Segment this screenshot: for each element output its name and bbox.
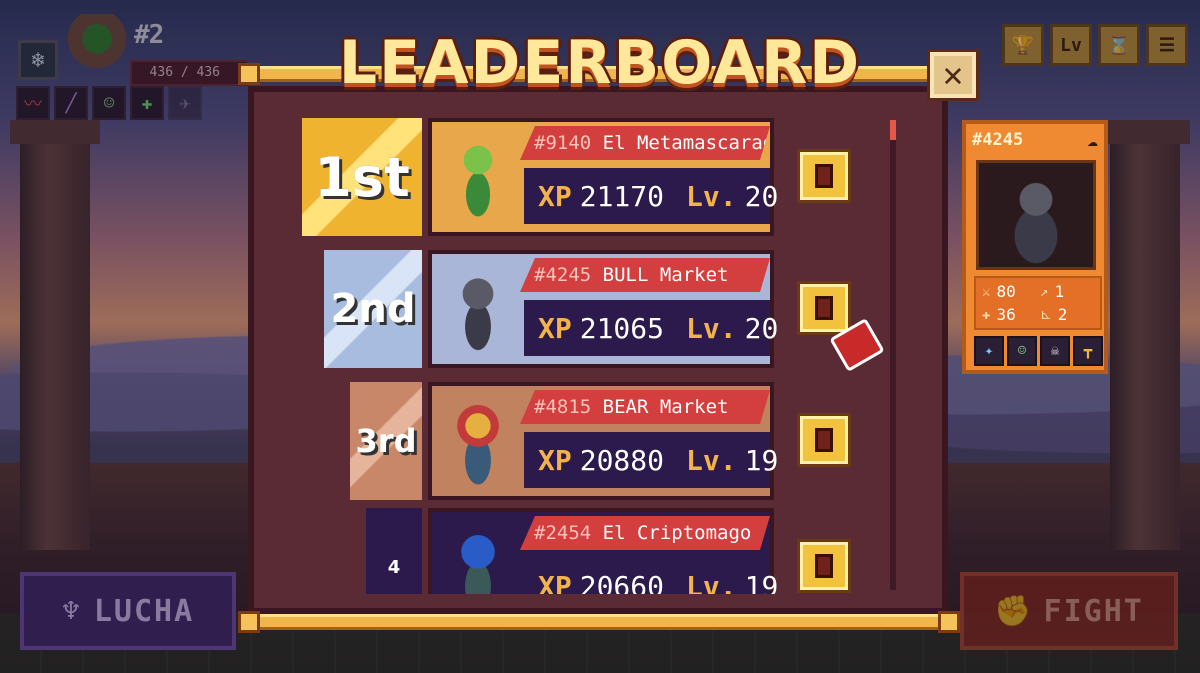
item-slot: ┳ (1073, 336, 1103, 366)
rail-knob (938, 611, 960, 633)
player-card[interactable]: #2454 El Criptomago XP 20660 Lv. 19 (428, 508, 778, 595)
rank-badge: 3rd (350, 382, 422, 500)
close-button[interactable]: ✕ (927, 49, 979, 101)
view-profile-button[interactable] (797, 539, 851, 593)
player-name-banner: #4245 BULL Market (520, 258, 770, 292)
card-icon (815, 296, 833, 320)
card-icon (815, 428, 833, 452)
rank-badge: 2nd (324, 250, 422, 368)
player-card[interactable]: #4245 BULL Market XP 21065 Lv. 20 (428, 250, 778, 368)
leaderboard-title: LEADERBOARD (338, 28, 862, 98)
xp-value: 21065 (579, 311, 665, 345)
player-card[interactable]: #9140 El Metamascarad XP 21170 Lv. 20 (428, 118, 778, 236)
item-slot: ☺ (1007, 336, 1037, 366)
player-portrait (446, 268, 510, 354)
player-name-banner: #4815 BEAR Market (520, 390, 770, 424)
leaderboard-row: 3rd #4815 BEAR Market XP 20880 Lv. 19 (300, 382, 900, 502)
player-name: El Criptomago (602, 522, 752, 544)
player-name: BEAR Market (602, 396, 729, 418)
scrollbar-thumb[interactable] (890, 120, 896, 140)
scrollbar[interactable] (890, 120, 896, 590)
level-value: 20 (744, 311, 779, 345)
health-icon: ✚ (982, 306, 991, 323)
level-label: Lv. (686, 443, 737, 477)
player-stats: XP 21170 Lv. 20 (524, 168, 778, 224)
item-slot: ☠ (1040, 336, 1070, 366)
leaderboard-row: 4 #2454 El Criptomago XP 20660 Lv. 19 (300, 508, 900, 594)
stat-value: 80 (996, 282, 1016, 301)
modal-rail-bottom (238, 614, 960, 630)
boost-icon: ↗ (1040, 283, 1049, 300)
player-id: #4815 (534, 396, 592, 418)
xp-label: XP (538, 179, 572, 213)
rail-knob (238, 611, 260, 633)
player-stats: XP 20660 Lv. 19 (524, 558, 778, 595)
player-portrait (446, 400, 510, 486)
player-stats: XP 21065 Lv. 20 (524, 300, 778, 356)
player-name-banner: #9140 El Metamascarad (520, 126, 770, 160)
xp-label: XP (538, 569, 572, 595)
profile-stats: ⚔ 80 ↗ 1 ✚ 36 ⊾ 2 (974, 276, 1102, 330)
profile-id: #4245 (972, 130, 1024, 150)
rail-knob (238, 63, 260, 85)
player-name: El Metamascarad (602, 132, 770, 154)
profile-preview: #4245 ☁ ⚔ 80 ↗ 1 ✚ 36 ⊾ 2 ✦ ☺ ☠ ┳ (962, 120, 1108, 374)
stat-value: 2 (1057, 305, 1068, 324)
stat-value: 1 (1054, 282, 1065, 301)
xp-value: 20880 (579, 443, 665, 477)
rank-badge: 4 (366, 508, 422, 594)
close-icon: ✕ (942, 55, 964, 95)
level-label: Lv. (686, 569, 737, 595)
player-id: #9140 (534, 132, 592, 154)
level-value: 19 (744, 569, 779, 595)
level-label: Lv. (686, 179, 737, 213)
player-card[interactable]: #4815 BEAR Market XP 20880 Lv. 19 (428, 382, 778, 500)
sword-icon: ⚔ (982, 283, 991, 300)
xp-value: 20660 (579, 569, 665, 595)
item-slot: ✦ (974, 336, 1004, 366)
xp-value: 21170 (579, 179, 665, 213)
player-name: BULL Market (602, 264, 729, 286)
level-value: 20 (744, 179, 779, 213)
card-icon (815, 554, 833, 578)
player-id: #2454 (534, 522, 592, 544)
profile-portrait (976, 160, 1096, 270)
level-label: Lv. (686, 311, 737, 345)
card-icon (815, 164, 833, 188)
xp-label: XP (538, 311, 572, 345)
leaderboard-row: 2nd #4245 BULL Market XP 21065 Lv. 20 (300, 250, 900, 370)
leaderboard-row: 1st #9140 El Metamascarad XP 21170 Lv. 2… (300, 118, 900, 238)
cloud-icon: ☁ (1087, 130, 1098, 151)
player-stats: XP 20880 Lv. 19 (524, 432, 778, 488)
xp-label: XP (538, 443, 572, 477)
leaderboard-list[interactable]: 1st #9140 El Metamascarad XP 21170 Lv. 2… (300, 118, 900, 594)
rank-badge: 1st (302, 118, 422, 236)
level-value: 19 (744, 443, 779, 477)
view-profile-button[interactable] (797, 149, 851, 203)
stat-value: 36 (996, 305, 1016, 324)
player-id: #4245 (534, 264, 592, 286)
speed-icon: ⊾ (1040, 306, 1052, 323)
profile-slots: ✦ ☺ ☠ ┳ (974, 336, 1103, 366)
player-name-banner: #2454 El Criptomago (520, 516, 770, 550)
player-portrait (446, 136, 510, 222)
view-profile-button[interactable] (797, 281, 851, 335)
player-portrait (446, 526, 510, 594)
view-profile-button[interactable] (797, 413, 851, 467)
